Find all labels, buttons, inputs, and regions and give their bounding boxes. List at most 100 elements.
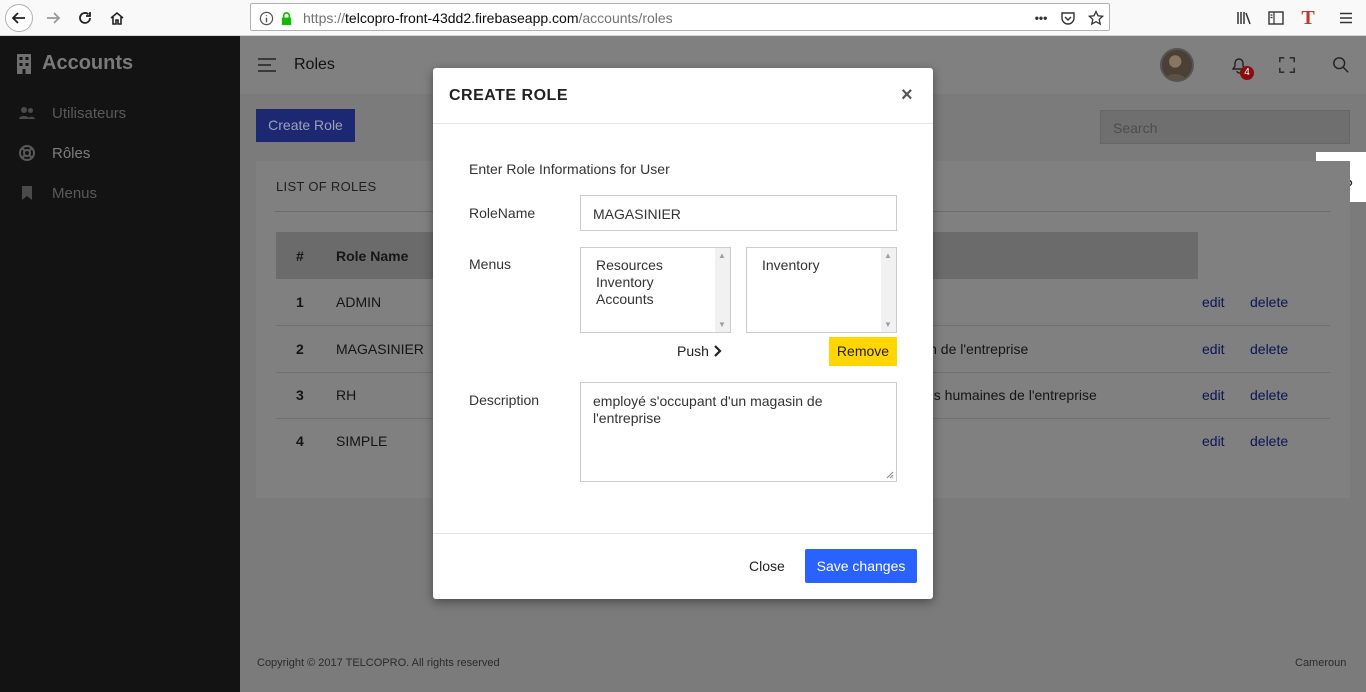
scrollbar[interactable]: ▲ ▼ [881, 248, 896, 332]
lifebuoy-icon [19, 145, 35, 161]
list-item[interactable]: Inventory [596, 274, 654, 290]
sidebar: Accounts Utilisateurs Rôles Menus [0, 36, 240, 692]
url-host: telcopro-front-43dd2.firebaseapp.com [345, 10, 579, 26]
row-description: es humaines de l'entreprise [926, 387, 1097, 403]
list-item[interactable]: Accounts [596, 291, 654, 307]
modal-header: CREATE ROLE × [433, 68, 933, 124]
available-menus-list[interactable]: Resources Inventory Accounts ▲ ▼ [580, 247, 731, 333]
search-placeholder: Search [1113, 120, 1158, 136]
role-name-value: MAGASINIER [593, 206, 681, 222]
close-icon[interactable]: × [901, 85, 913, 105]
extension-t-icon[interactable]: T [1294, 4, 1322, 32]
pocket-icon[interactable] [1059, 9, 1077, 27]
row-number: 4 [296, 433, 304, 449]
edit-link[interactable]: edit [1202, 433, 1225, 449]
reload-icon [79, 12, 91, 24]
modal-intro: Enter Role Informations for User [469, 161, 670, 177]
create-role-button[interactable]: Create Role [256, 109, 355, 142]
info-icon[interactable] [257, 9, 275, 27]
edit-link[interactable]: edit [1202, 294, 1225, 310]
footer-copyright: Copyright © 2017 TELCOPRO. All rights re… [257, 657, 500, 669]
scroll-down-icon[interactable]: ▼ [718, 320, 726, 329]
home-button[interactable] [103, 4, 131, 32]
row-role-name: SIMPLE [336, 433, 388, 449]
scrollbar[interactable]: ▲ ▼ [715, 248, 730, 332]
sidebar-toggle-icon[interactable] [1262, 4, 1290, 32]
url-text: https://telcopro-front-43dd2.firebaseapp… [303, 10, 673, 26]
fullscreen-icon[interactable] [1276, 54, 1298, 76]
row-number: 1 [296, 294, 304, 310]
arrow-right-icon [47, 12, 61, 24]
delete-link[interactable]: delete [1250, 294, 1288, 310]
scroll-up-icon[interactable]: ▲ [718, 251, 726, 260]
menu-toggle-icon[interactable] [258, 58, 278, 75]
page-title: Roles [294, 56, 335, 73]
resize-handle-icon[interactable] [886, 471, 894, 479]
sidebar-item-label: Utilisateurs [52, 104, 127, 122]
edit-link[interactable]: edit [1202, 341, 1225, 357]
sidebar-item-menus[interactable]: Menus [18, 181, 97, 205]
sidebar-item-label: Rôles [52, 144, 91, 162]
delete-link[interactable]: delete [1250, 433, 1288, 449]
remove-button[interactable]: Remove [829, 337, 897, 366]
row-description: in de l'entreprise [926, 341, 1029, 357]
selected-menus-list[interactable]: Inventory ▲ ▼ [746, 247, 897, 333]
push-button[interactable]: Push [677, 343, 723, 359]
close-button[interactable]: Close [749, 558, 785, 574]
header-role-name: Role Name [336, 248, 409, 264]
description-label: Description [469, 392, 540, 408]
sidebar-item-label: Menus [52, 184, 98, 202]
list-item[interactable]: Inventory [762, 257, 820, 273]
row-number: 2 [296, 341, 304, 357]
home-icon [110, 11, 124, 25]
bookmark-star-icon[interactable] [1087, 9, 1105, 27]
users-icon [19, 107, 35, 119]
hamburger-menu-icon[interactable] [1332, 4, 1360, 32]
description-value: employé s'occupant d'un magasin de l'ent… [593, 393, 823, 426]
row-number: 3 [296, 387, 304, 403]
sidebar-item-roles[interactable]: Rôles [18, 141, 90, 165]
sidebar-title: Accounts [42, 52, 134, 74]
save-changes-button[interactable]: Save changes [805, 549, 917, 583]
arrow-left-icon [11, 12, 25, 24]
chevron-right-icon [714, 345, 722, 357]
address-bar[interactable]: https://telcopro-front-43dd2.firebaseapp… [250, 3, 1110, 31]
library-icon[interactable] [1230, 4, 1258, 32]
role-name-input[interactable]: MAGASINIER [580, 195, 897, 231]
footer-country: Cameroun [1295, 657, 1347, 669]
scroll-up-icon[interactable]: ▲ [884, 251, 892, 260]
avatar[interactable] [1160, 48, 1194, 82]
delete-link[interactable]: delete [1250, 341, 1288, 357]
card-title: LIST OF ROLES [276, 179, 377, 194]
back-button[interactable] [5, 4, 33, 32]
reload-button[interactable] [71, 4, 99, 32]
description-textarea[interactable]: employé s'occupant d'un magasin de l'ent… [580, 382, 897, 482]
lock-icon [277, 9, 295, 27]
sidebar-brand[interactable]: Accounts [16, 52, 133, 75]
page-actions-icon[interactable]: ••• [1029, 9, 1053, 27]
scroll-down-icon[interactable]: ▼ [884, 320, 892, 329]
delete-link[interactable]: delete [1250, 387, 1288, 403]
row-role-name: RH [336, 387, 357, 403]
list-item[interactable]: Resources [596, 257, 663, 273]
bookmark-icon [22, 186, 32, 200]
create-role-modal: CREATE ROLE × Enter Role Informations fo… [433, 68, 933, 599]
search-input[interactable]: Search [1100, 110, 1350, 144]
url-scheme: https:// [303, 10, 346, 26]
menus-label: Menus [469, 256, 512, 272]
edit-link[interactable]: edit [1202, 387, 1225, 403]
forward-button[interactable] [39, 4, 67, 32]
modal-title: CREATE ROLE [449, 87, 568, 104]
push-label: Push [677, 343, 709, 359]
browser-toolbar: https://telcopro-front-43dd2.firebaseapp… [0, 0, 1366, 36]
row-role-name: MAGASINIER [336, 341, 424, 357]
notification-badge: 4 [1240, 66, 1254, 80]
url-path: /accounts/roles [578, 10, 673, 26]
modal-footer-divider [433, 533, 933, 534]
header-number: # [296, 248, 304, 264]
building-icon [17, 53, 31, 74]
sidebar-item-utilisateurs[interactable]: Utilisateurs [18, 101, 126, 125]
row-role-name: ADMIN [336, 294, 382, 310]
role-name-label: RoleName [469, 205, 536, 221]
search-icon[interactable] [1330, 54, 1352, 76]
